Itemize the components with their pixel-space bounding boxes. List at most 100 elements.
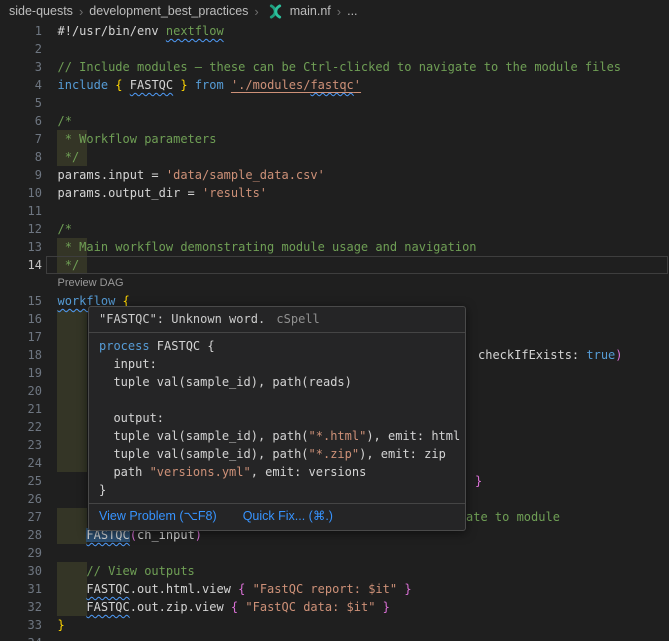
line-number: 1 [0,22,42,40]
code-token: .out.html.view [130,582,238,596]
nextflow-icon [267,4,284,19]
line-number: 22 [0,418,42,436]
diagnostic-text: "FASTQC": Unknown word. [99,312,265,326]
code-token: params.input = [58,168,166,182]
diagnostic-message: "FASTQC": Unknown word. cSpell [89,307,465,332]
code-token: #!/usr/bin/env [58,24,166,38]
code-line[interactable]: 34 [0,634,669,641]
breadcrumb: side-quests›development_best_practices›m… [0,0,669,22]
code-token: process [99,339,157,353]
code-token: output: [99,411,164,425]
code-token: , emit: versions [251,465,367,479]
view-problem-action[interactable]: View Problem (⌥F8) [99,508,217,525]
line-number: 15 [0,292,42,310]
code-line[interactable]: 8 */ [0,148,669,166]
line-number: 34 [0,634,42,641]
code-line[interactable]: 5 [0,94,669,112]
hover-code-line: input: [99,355,455,373]
code-token [245,582,252,596]
code-token: } [180,78,187,92]
line-number: 19 [0,364,42,382]
code-token: /* [58,222,72,236]
code-line[interactable]: 11 [0,202,669,220]
code-line[interactable]: 32 FASTQC.out.zip.view { "FastQC data: $… [0,598,669,616]
code-editor[interactable]: 1 #!/usr/bin/env nextflow23 // Include mod… [0,0,669,641]
code-token: path [99,465,150,479]
code-line[interactable]: 2 [0,40,669,58]
line-number: 17 [0,328,42,346]
code-line[interactable]: 33} [0,616,669,634]
tooltip-actions: View Problem (⌥F8) Quick Fix... (⌘.) [89,504,465,530]
diagnostic-source: cSpell [276,312,319,326]
line-number: 8 [0,148,42,166]
code-token [375,600,382,614]
code-line[interactable]: 4include { FASTQC } from './modules/fast… [0,76,669,94]
code-text: #!/usr/bin/env nextflow [58,22,224,40]
code-text: * Workflow parameters [58,130,217,148]
code-line[interactable]: 29 [0,544,669,562]
code-token: FASTQC { [157,339,215,353]
code-token: ), emit: html [366,429,460,443]
code-token: params.output_dir = [58,186,203,200]
hover-tooltip: "FASTQC": Unknown word. cSpell process F… [88,306,466,531]
code-text: FASTQC.out.html.view { "FastQC report: $… [58,580,412,598]
code-line[interactable]: 10 params.output_dir = 'results' [0,184,669,202]
code-token: tuple val(sample_id), path( [99,447,309,461]
code-token [58,528,87,542]
code-line[interactable]: 6/* [0,112,669,130]
quick-fix-action[interactable]: Quick Fix... (⌘.) [243,508,333,525]
line-number: 32 [0,598,42,616]
code-text: */ [58,148,80,166]
code-text: params.output_dir = 'results' [58,184,268,202]
line-number: 29 [0,544,42,562]
code-token: "FastQC data: $it" [245,600,375,614]
code-line[interactable]: 1 #!/usr/bin/env nextflow [0,22,669,40]
line-number: 28 [0,526,42,544]
code-token: */ [58,150,80,164]
code-token: FASTQC [86,600,129,614]
line-number: 25 [0,472,42,490]
code-line[interactable]: 13 * Main workflow demonstrating module … [0,238,669,256]
breadcrumb-item-main-nf[interactable]: main.nf [290,4,331,18]
module-link[interactable]: fastqc [310,78,353,92]
code-token: */ [58,258,80,272]
breadcrumb-separator: › [78,4,84,19]
line-number: 9 [0,166,42,184]
code-token: "FastQC report: $it" [253,582,398,596]
breadcrumb-item--[interactable]: ... [347,4,357,18]
code-token: tuple val(sample_id), path(reads) [99,375,352,389]
line-number: 20 [0,382,42,400]
code-token: 'data/sample_data.csv' [166,168,325,182]
codelens-preview-dag[interactable]: Preview DAG [58,275,124,293]
code-token: } [383,600,390,614]
code-line[interactable]: 14 */ [0,256,669,274]
hover-code-line: output: [99,409,455,427]
code-text: */ [58,256,80,274]
code-line[interactable]: 3 // Include modules — these can be Ctrl-… [0,58,669,76]
line-number: 13 [0,238,42,256]
code-token: /* [58,114,72,128]
code-token: ), emit: zip [359,447,446,461]
line-number: 14 [0,256,42,274]
code-token: "*.zip" [309,447,360,461]
module-link[interactable]: './modules/ [231,78,310,92]
code-line[interactable]: 31 FASTQC.out.html.view { "FastQC report… [0,580,669,598]
code-line[interactable]: 30 // View outputs [0,562,669,580]
code-token: } [99,483,106,497]
breadcrumb-item-side-quests[interactable]: side-quests [9,4,73,18]
line-number: 3 [0,58,42,76]
code-line[interactable]: 12/* [0,220,669,238]
code-line[interactable]: 9 params.input = 'data/sample_data.csv' [0,166,669,184]
module-link[interactable]: ' [354,78,361,92]
code-token: tuple val(sample_id), path( [99,429,309,443]
line-number: 10 [0,184,42,202]
line-number: 21 [0,400,42,418]
breadcrumb-item-development-best-practices[interactable]: development_best_practices [89,4,248,18]
line-number: 7 [0,130,42,148]
code-token: // Include modules — these can be Ctrl-c… [58,60,622,74]
line-number: 18 [0,346,42,364]
code-token: // View outputs [86,564,194,578]
code-token [58,564,87,578]
code-token: } [404,582,411,596]
code-line[interactable]: 7 * Workflow parameters [0,130,669,148]
